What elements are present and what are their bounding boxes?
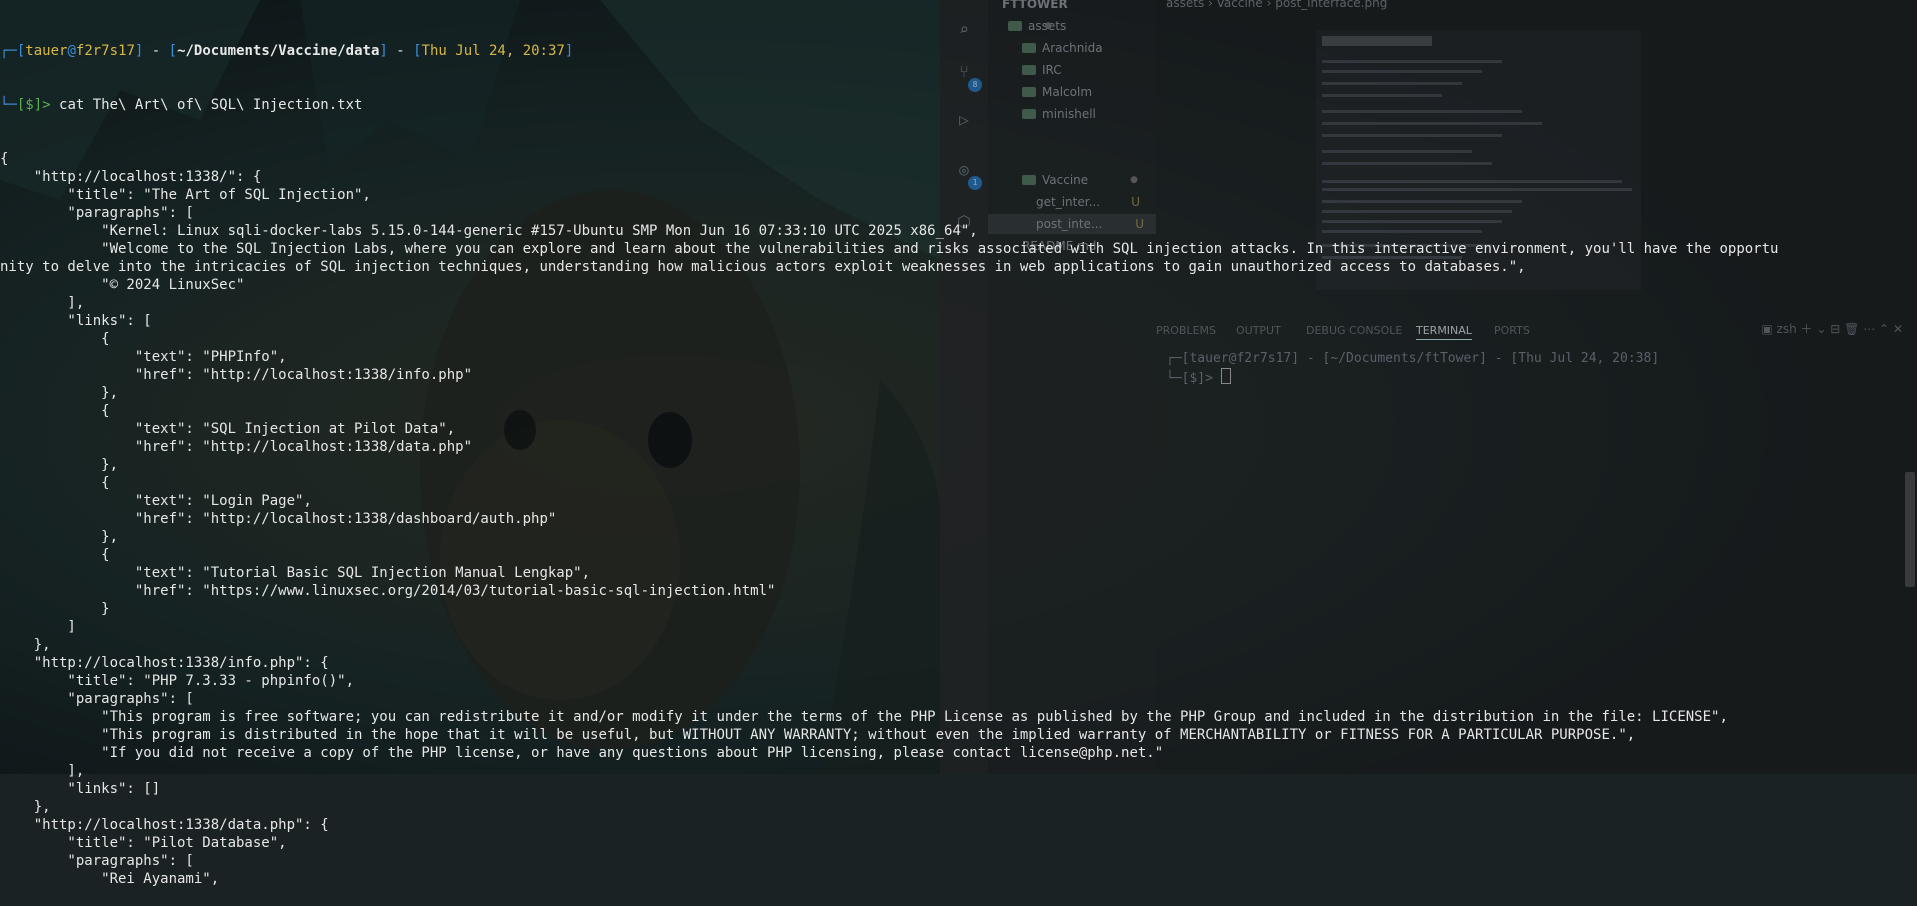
output-line: }: [0, 601, 110, 617]
command-text: cat The\ Art\ of\ SQL\ Injection.txt: [59, 97, 363, 113]
prompt-path: ~/Documents/Vaccine/data: [177, 43, 380, 59]
output-line: {: [0, 403, 110, 419]
output-line: "If you did not receive a copy of the PH…: [0, 745, 1164, 761]
output-line: },: [0, 385, 119, 401]
output-line: "text": "PHPInfo",: [0, 349, 287, 365]
output-line: "href": "http://localhost:1338/info.php": [0, 367, 473, 383]
command-output: { "http://localhost:1338/": { "title": "…: [0, 150, 1917, 888]
prompt-line2: └─[$]> cat The\ Art\ of\ SQL\ Injection.…: [0, 97, 363, 113]
output-line: "paragraphs": [: [0, 853, 194, 869]
terminal-output: ┌─[tauer@f2r7s17] - [~/Documents/Vaccine…: [0, 6, 1917, 906]
output-line: "href": "https://www.linuxsec.org/2014/0…: [0, 583, 776, 599]
prompt-symbol: [$]>: [16, 97, 51, 113]
output-line: },: [0, 457, 119, 473]
output-line: "Welcome to the SQL Injection Labs, wher…: [0, 241, 1779, 257]
output-line: "text": "SQL Injection at Pilot Data",: [0, 421, 456, 437]
output-line: ],: [0, 295, 85, 311]
output-line: "© 2024 LinuxSec": [0, 277, 245, 293]
output-line: "title": "PHP 7.3.33 - phpinfo()",: [0, 673, 355, 689]
output-line: },: [0, 529, 119, 545]
output-line: "links": []: [0, 781, 161, 797]
output-line: "This program is distributed in the hope…: [0, 727, 1636, 743]
output-line: ]: [0, 619, 76, 635]
output-line: {: [0, 151, 9, 167]
output-line: "href": "http://localhost:1338/data.php": [0, 439, 473, 455]
output-line: nity to delve into the intricacies of SQ…: [0, 259, 1526, 275]
output-line: },: [0, 799, 51, 815]
output-line: "Kernel: Linux sqli-docker-labs 5.15.0-1…: [0, 223, 978, 239]
output-line: "title": "Pilot Database",: [0, 835, 287, 851]
output-line: "text": "Login Page",: [0, 493, 312, 509]
output-line: "paragraphs": [: [0, 205, 194, 221]
output-line: },: [0, 637, 51, 653]
output-line: ],: [0, 763, 85, 779]
prompt-user: tauer: [25, 43, 68, 59]
output-line: "http://localhost:1338/data.php": {: [0, 817, 329, 833]
output-line: "title": "The Art of SQL Injection",: [0, 187, 371, 203]
output-line: "href": "http://localhost:1338/dashboard…: [0, 511, 557, 527]
prompt-line1: ┌─[tauer@f2r7s17] - [~/Documents/Vaccine…: [0, 43, 574, 59]
prompt-host: f2r7s17: [75, 43, 135, 59]
output-line: "This program is free software; you can …: [0, 709, 1728, 725]
output-line: "http://localhost:1338/info.php": {: [0, 655, 329, 671]
output-line: {: [0, 475, 110, 491]
output-line: "links": [: [0, 313, 152, 329]
output-line: "http://localhost:1338/": {: [0, 169, 262, 185]
output-line: "Rei Ayanami",: [0, 871, 220, 887]
output-line: "text": "Tutorial Basic SQL Injection Ma…: [0, 565, 591, 581]
prompt-datetime: Thu Jul 24, 20:37: [421, 43, 565, 59]
output-line: {: [0, 547, 110, 563]
output-line: "paragraphs": [: [0, 691, 194, 707]
output-line: {: [0, 331, 110, 347]
